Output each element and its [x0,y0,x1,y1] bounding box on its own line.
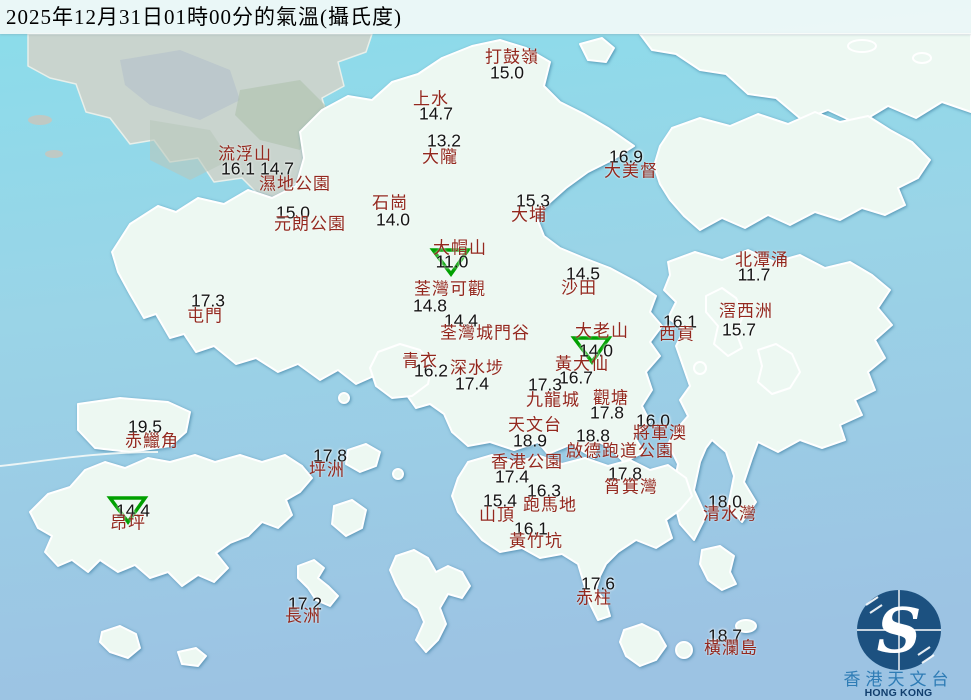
islet-sung-kong [675,641,693,659]
hko-logo: S 香港天文台 HONG KONG OBSERVATORY [826,575,971,700]
map-title: 2025年12月31日01時00分的氣溫(攝氏度) [6,4,402,29]
logo-name-chinese: 香港天文台 [843,670,954,689]
logo-name-english: HONG KONG OBSERVATORY [858,687,939,700]
islet-mirs-bay-2 [912,52,932,64]
island-ma-wan [338,392,350,404]
islet-port-shelter [693,361,707,375]
logo-monogram: S [877,594,922,667]
title-bar: 2025年12月31日01時00分的氣溫(攝氏度) [0,0,971,34]
land-plover-cove [653,111,931,231]
land-airport [77,397,191,453]
islet-mirs-bay-1 [847,39,877,53]
temperature-map: 15.0 打鼓嶺 14.7 上水 13.2 大隴 16.1 流浮山 14.7 濕地公園 15.0 元朗… [0,0,971,700]
island-waglan [735,619,757,633]
island-kau-yi-chau [392,468,404,480]
